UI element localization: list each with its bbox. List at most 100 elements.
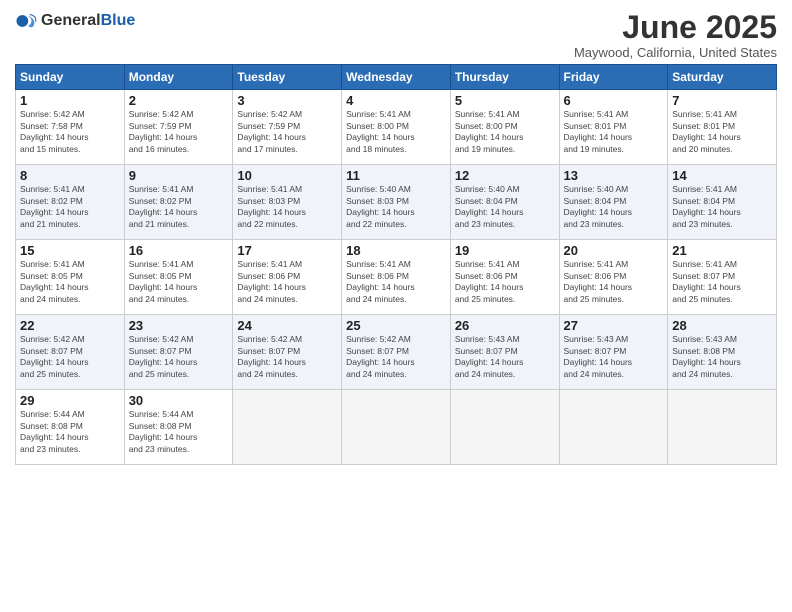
header-thursday: Thursday [450, 65, 559, 90]
day-number: 1 [20, 93, 120, 108]
table-row: 18Sunrise: 5:41 AMSunset: 8:06 PMDayligh… [342, 240, 451, 315]
table-row: 16Sunrise: 5:41 AMSunset: 8:05 PMDayligh… [124, 240, 233, 315]
calendar-header-row: Sunday Monday Tuesday Wednesday Thursday… [16, 65, 777, 90]
location: Maywood, California, United States [574, 45, 777, 60]
day-info: Sunrise: 5:43 AMSunset: 8:07 PMDaylight:… [564, 334, 664, 380]
day-number: 16 [129, 243, 229, 258]
day-number: 2 [129, 93, 229, 108]
table-row: 15Sunrise: 5:41 AMSunset: 8:05 PMDayligh… [16, 240, 125, 315]
day-number: 6 [564, 93, 664, 108]
month-title: June 2025 [574, 10, 777, 45]
table-row: 9Sunrise: 5:41 AMSunset: 8:02 PMDaylight… [124, 165, 233, 240]
table-row [668, 390, 777, 465]
header-tuesday: Tuesday [233, 65, 342, 90]
table-row [450, 390, 559, 465]
day-info: Sunrise: 5:42 AMSunset: 8:07 PMDaylight:… [237, 334, 337, 380]
day-info: Sunrise: 5:42 AMSunset: 7:59 PMDaylight:… [237, 109, 337, 155]
day-number: 29 [20, 393, 120, 408]
table-row: 4Sunrise: 5:41 AMSunset: 8:00 PMDaylight… [342, 90, 451, 165]
title-area: June 2025 Maywood, California, United St… [574, 10, 777, 60]
logo-icon [15, 10, 37, 32]
day-info: Sunrise: 5:41 AMSunset: 8:03 PMDaylight:… [237, 184, 337, 230]
header-monday: Monday [124, 65, 233, 90]
day-info: Sunrise: 5:44 AMSunset: 8:08 PMDaylight:… [20, 409, 120, 455]
day-number: 15 [20, 243, 120, 258]
day-info: Sunrise: 5:41 AMSunset: 8:04 PMDaylight:… [672, 184, 772, 230]
day-info: Sunrise: 5:41 AMSunset: 8:07 PMDaylight:… [672, 259, 772, 305]
calendar-week-row: 29Sunrise: 5:44 AMSunset: 8:08 PMDayligh… [16, 390, 777, 465]
day-info: Sunrise: 5:40 AMSunset: 8:03 PMDaylight:… [346, 184, 446, 230]
header-sunday: Sunday [16, 65, 125, 90]
day-number: 12 [455, 168, 555, 183]
table-row: 13Sunrise: 5:40 AMSunset: 8:04 PMDayligh… [559, 165, 668, 240]
calendar-week-row: 15Sunrise: 5:41 AMSunset: 8:05 PMDayligh… [16, 240, 777, 315]
table-row: 3Sunrise: 5:42 AMSunset: 7:59 PMDaylight… [233, 90, 342, 165]
table-row: 11Sunrise: 5:40 AMSunset: 8:03 PMDayligh… [342, 165, 451, 240]
day-info: Sunrise: 5:40 AMSunset: 8:04 PMDaylight:… [564, 184, 664, 230]
table-row: 26Sunrise: 5:43 AMSunset: 8:07 PMDayligh… [450, 315, 559, 390]
table-row: 24Sunrise: 5:42 AMSunset: 8:07 PMDayligh… [233, 315, 342, 390]
table-row [559, 390, 668, 465]
logo-general: General [41, 12, 101, 29]
day-number: 28 [672, 318, 772, 333]
day-info: Sunrise: 5:41 AMSunset: 8:02 PMDaylight:… [20, 184, 120, 230]
day-info: Sunrise: 5:42 AMSunset: 8:07 PMDaylight:… [129, 334, 229, 380]
page-container: GeneralBlue June 2025 Maywood, Californi… [0, 0, 792, 475]
calendar-week-row: 22Sunrise: 5:42 AMSunset: 8:07 PMDayligh… [16, 315, 777, 390]
table-row: 25Sunrise: 5:42 AMSunset: 8:07 PMDayligh… [342, 315, 451, 390]
day-number: 7 [672, 93, 772, 108]
calendar-week-row: 8Sunrise: 5:41 AMSunset: 8:02 PMDaylight… [16, 165, 777, 240]
day-info: Sunrise: 5:42 AMSunset: 8:07 PMDaylight:… [346, 334, 446, 380]
table-row: 7Sunrise: 5:41 AMSunset: 8:01 PMDaylight… [668, 90, 777, 165]
table-row: 12Sunrise: 5:40 AMSunset: 8:04 PMDayligh… [450, 165, 559, 240]
logo: GeneralBlue [15, 10, 135, 32]
day-info: Sunrise: 5:41 AMSunset: 8:06 PMDaylight:… [346, 259, 446, 305]
day-info: Sunrise: 5:41 AMSunset: 8:00 PMDaylight:… [455, 109, 555, 155]
header: GeneralBlue June 2025 Maywood, Californi… [15, 10, 777, 60]
day-number: 10 [237, 168, 337, 183]
table-row: 23Sunrise: 5:42 AMSunset: 8:07 PMDayligh… [124, 315, 233, 390]
table-row: 6Sunrise: 5:41 AMSunset: 8:01 PMDaylight… [559, 90, 668, 165]
day-number: 30 [129, 393, 229, 408]
table-row: 17Sunrise: 5:41 AMSunset: 8:06 PMDayligh… [233, 240, 342, 315]
day-info: Sunrise: 5:41 AMSunset: 8:01 PMDaylight:… [672, 109, 772, 155]
table-row: 22Sunrise: 5:42 AMSunset: 8:07 PMDayligh… [16, 315, 125, 390]
calendar-table: Sunday Monday Tuesday Wednesday Thursday… [15, 64, 777, 465]
table-row: 8Sunrise: 5:41 AMSunset: 8:02 PMDaylight… [16, 165, 125, 240]
day-info: Sunrise: 5:42 AMSunset: 8:07 PMDaylight:… [20, 334, 120, 380]
table-row: 21Sunrise: 5:41 AMSunset: 8:07 PMDayligh… [668, 240, 777, 315]
header-saturday: Saturday [668, 65, 777, 90]
logo-blue: Blue [101, 12, 136, 29]
day-info: Sunrise: 5:41 AMSunset: 8:06 PMDaylight:… [455, 259, 555, 305]
day-info: Sunrise: 5:41 AMSunset: 8:05 PMDaylight:… [129, 259, 229, 305]
table-row: 28Sunrise: 5:43 AMSunset: 8:08 PMDayligh… [668, 315, 777, 390]
day-number: 18 [346, 243, 446, 258]
day-info: Sunrise: 5:41 AMSunset: 8:06 PMDaylight:… [237, 259, 337, 305]
table-row [233, 390, 342, 465]
table-row: 19Sunrise: 5:41 AMSunset: 8:06 PMDayligh… [450, 240, 559, 315]
table-row: 20Sunrise: 5:41 AMSunset: 8:06 PMDayligh… [559, 240, 668, 315]
day-info: Sunrise: 5:44 AMSunset: 8:08 PMDaylight:… [129, 409, 229, 455]
day-number: 26 [455, 318, 555, 333]
day-number: 27 [564, 318, 664, 333]
day-info: Sunrise: 5:41 AMSunset: 8:02 PMDaylight:… [129, 184, 229, 230]
calendar-week-row: 1Sunrise: 5:42 AMSunset: 7:58 PMDaylight… [16, 90, 777, 165]
day-info: Sunrise: 5:41 AMSunset: 8:05 PMDaylight:… [20, 259, 120, 305]
day-info: Sunrise: 5:41 AMSunset: 8:00 PMDaylight:… [346, 109, 446, 155]
day-number: 13 [564, 168, 664, 183]
day-info: Sunrise: 5:42 AMSunset: 7:58 PMDaylight:… [20, 109, 120, 155]
day-number: 23 [129, 318, 229, 333]
day-number: 9 [129, 168, 229, 183]
day-number: 5 [455, 93, 555, 108]
day-number: 25 [346, 318, 446, 333]
day-number: 24 [237, 318, 337, 333]
day-number: 19 [455, 243, 555, 258]
day-number: 22 [20, 318, 120, 333]
day-number: 17 [237, 243, 337, 258]
day-info: Sunrise: 5:41 AMSunset: 8:01 PMDaylight:… [564, 109, 664, 155]
day-info: Sunrise: 5:41 AMSunset: 8:06 PMDaylight:… [564, 259, 664, 305]
day-number: 20 [564, 243, 664, 258]
logo-text: GeneralBlue [41, 12, 135, 30]
header-wednesday: Wednesday [342, 65, 451, 90]
day-number: 4 [346, 93, 446, 108]
